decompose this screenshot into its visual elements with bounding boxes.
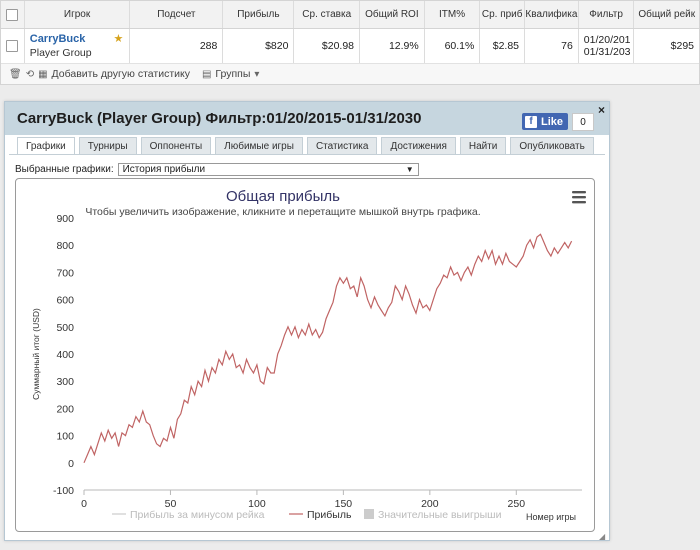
chart-title: Общая прибыль bbox=[226, 188, 340, 205]
cell-qualifications: 76 bbox=[525, 29, 579, 63]
tab-opponents[interactable]: Оппоненты bbox=[140, 137, 212, 154]
y-tick-label: 100 bbox=[56, 431, 74, 443]
y-tick-label: 600 bbox=[56, 295, 74, 307]
tab-find[interactable]: Найти bbox=[459, 137, 507, 154]
legend-symbol-big-wins bbox=[364, 509, 374, 519]
col-count[interactable]: Подсчет bbox=[130, 1, 224, 28]
cell-rake: $295 bbox=[670, 40, 695, 52]
player-cell: CarryBuck Player Group ★ bbox=[25, 29, 131, 63]
legend-big-wins: Значительные выигрыши bbox=[378, 509, 502, 521]
col-qualifications[interactable]: Квалифика bbox=[525, 1, 579, 28]
profit-chart[interactable]: Общая прибыльЧтобы увеличить изображение… bbox=[16, 179, 594, 531]
y-tick-label: 500 bbox=[56, 322, 74, 334]
series-line-profit bbox=[83, 233, 573, 464]
dialog-header: CarryBuck (Player Group) Фильтр:01/20/20… bbox=[5, 102, 609, 135]
link-icon[interactable]: ⟲ bbox=[26, 69, 34, 80]
chevron-down-icon: ▼ bbox=[405, 165, 414, 174]
chart-subtitle: Чтобы увеличить изображение, кликните и … bbox=[85, 206, 480, 218]
x-tick-label: 0 bbox=[81, 498, 87, 510]
cell-avg-profit: $2.85 bbox=[480, 29, 526, 63]
y-tick-label: 700 bbox=[56, 267, 74, 279]
chart-select-label: Выбранные графики: bbox=[15, 164, 114, 175]
chart-select-value: История прибыли bbox=[122, 164, 206, 175]
chart-add-icon: ▦ bbox=[38, 68, 48, 80]
groups-button[interactable]: ▤ Группы ▾ bbox=[202, 68, 259, 80]
row-select[interactable] bbox=[1, 29, 25, 63]
x-tick-label: 250 bbox=[508, 498, 526, 510]
tabs-divider bbox=[9, 154, 605, 155]
table-header: Игрок Подсчет Прибыль Ср. ставка Общий R… bbox=[1, 1, 699, 29]
y-axis-label: Суммарный итог (USD) bbox=[31, 308, 41, 400]
y-tick-label: 800 bbox=[56, 240, 74, 252]
add-stats-label: Добавить другую статистику bbox=[51, 68, 190, 80]
col-roi[interactable]: Общий ROI bbox=[360, 1, 425, 28]
table-row[interactable]: CarryBuck Player Group ★ 288 $820 $20.98… bbox=[1, 29, 699, 64]
tab-favorite-games[interactable]: Любимые игры bbox=[215, 137, 303, 154]
tab-publish[interactable]: Опубликовать bbox=[510, 137, 594, 154]
like-count: 0 bbox=[572, 113, 594, 131]
trash-icon[interactable]: 🗑 bbox=[9, 69, 22, 80]
tab-statistics[interactable]: Статистика bbox=[306, 137, 378, 154]
col-filter[interactable]: Фильтр bbox=[579, 1, 635, 28]
legend-rake: Прибыль за минусом рейка bbox=[130, 509, 265, 521]
tab-tournaments[interactable]: Турниры bbox=[78, 137, 137, 154]
row-checkbox[interactable] bbox=[6, 40, 19, 52]
col-player[interactable]: Игрок bbox=[25, 1, 131, 28]
y-tick-label: -100 bbox=[53, 485, 74, 497]
trophy-icon[interactable]: ★ bbox=[114, 32, 124, 45]
col-profit[interactable]: Прибыль bbox=[223, 1, 295, 28]
dialog-title: CarryBuck (Player Group) Фильтр:01/20/20… bbox=[17, 110, 422, 127]
menu-icon bbox=[572, 191, 586, 194]
chart-container[interactable]: Общая прибыль Чтобы увеличить изображение… bbox=[15, 178, 595, 532]
facebook-like-button[interactable]: f Like bbox=[522, 113, 568, 130]
y-tick-label: 400 bbox=[56, 349, 74, 361]
facebook-icon: f bbox=[525, 115, 537, 128]
cell-roi: 12.9% bbox=[360, 29, 425, 63]
chevron-down-icon: ▾ bbox=[254, 68, 260, 80]
tab-charts[interactable]: Графики bbox=[17, 137, 75, 155]
col-rake[interactable]: Общий рейк bbox=[634, 1, 699, 28]
menu-icon bbox=[572, 201, 586, 204]
groups-label: Группы bbox=[215, 68, 251, 80]
col-itm[interactable]: ITM% bbox=[425, 1, 481, 28]
player-dialog: CarryBuck (Player Group) Фильтр:01/20/20… bbox=[4, 101, 610, 541]
legend-profit: Прибыль bbox=[307, 509, 352, 521]
cell-profit: $820 bbox=[223, 29, 295, 63]
chart-select-row: Выбранные графики: История прибыли ▼ bbox=[15, 163, 419, 176]
tab-achievements[interactable]: Достижения bbox=[381, 137, 456, 154]
header-select-all[interactable] bbox=[1, 1, 25, 28]
col-avg-profit[interactable]: Ср. приб bbox=[480, 1, 526, 28]
filter-from: 01/20/201 bbox=[583, 34, 631, 46]
y-tick-label: 200 bbox=[56, 403, 74, 415]
menu-icon bbox=[572, 196, 586, 199]
col-avg-stake[interactable]: Ср. ставка bbox=[294, 1, 361, 28]
x-axis-label: Номер игры bbox=[526, 512, 576, 522]
cell-itm: 60.1% bbox=[425, 29, 481, 63]
y-tick-label: 0 bbox=[68, 458, 74, 470]
y-tick-label: 900 bbox=[56, 213, 74, 225]
tab-bar: Графики Турниры Оппоненты Любимые игры С… bbox=[17, 137, 598, 155]
cell-count: 288 bbox=[130, 29, 224, 63]
player-name-link[interactable]: CarryBuck bbox=[30, 33, 86, 45]
cell-filter: 01/20/201 01/31/203 bbox=[579, 29, 635, 63]
like-label: Like bbox=[541, 115, 564, 128]
player-group: Player Group bbox=[29, 47, 92, 59]
y-tick-label: 300 bbox=[56, 376, 74, 388]
table-toolbar: 🗑 ⟲ ▦ Добавить другую статистику ▤ Группы ▾ bbox=[1, 64, 699, 84]
add-stats-button[interactable]: ▦ Добавить другую статистику bbox=[38, 68, 190, 80]
stats-table: Игрок Подсчет Прибыль Ср. ставка Общий R… bbox=[0, 0, 700, 85]
cell-avg-stake: $20.98 bbox=[294, 29, 361, 63]
close-button[interactable]: × bbox=[598, 103, 605, 117]
chart-select[interactable]: История прибыли ▼ bbox=[117, 163, 419, 176]
groups-icon: ▤ bbox=[201, 68, 212, 80]
resize-handle[interactable]: ◢ bbox=[599, 532, 607, 541]
select-all-checkbox[interactable] bbox=[6, 8, 19, 21]
filter-to: 01/31/203 bbox=[583, 46, 631, 58]
